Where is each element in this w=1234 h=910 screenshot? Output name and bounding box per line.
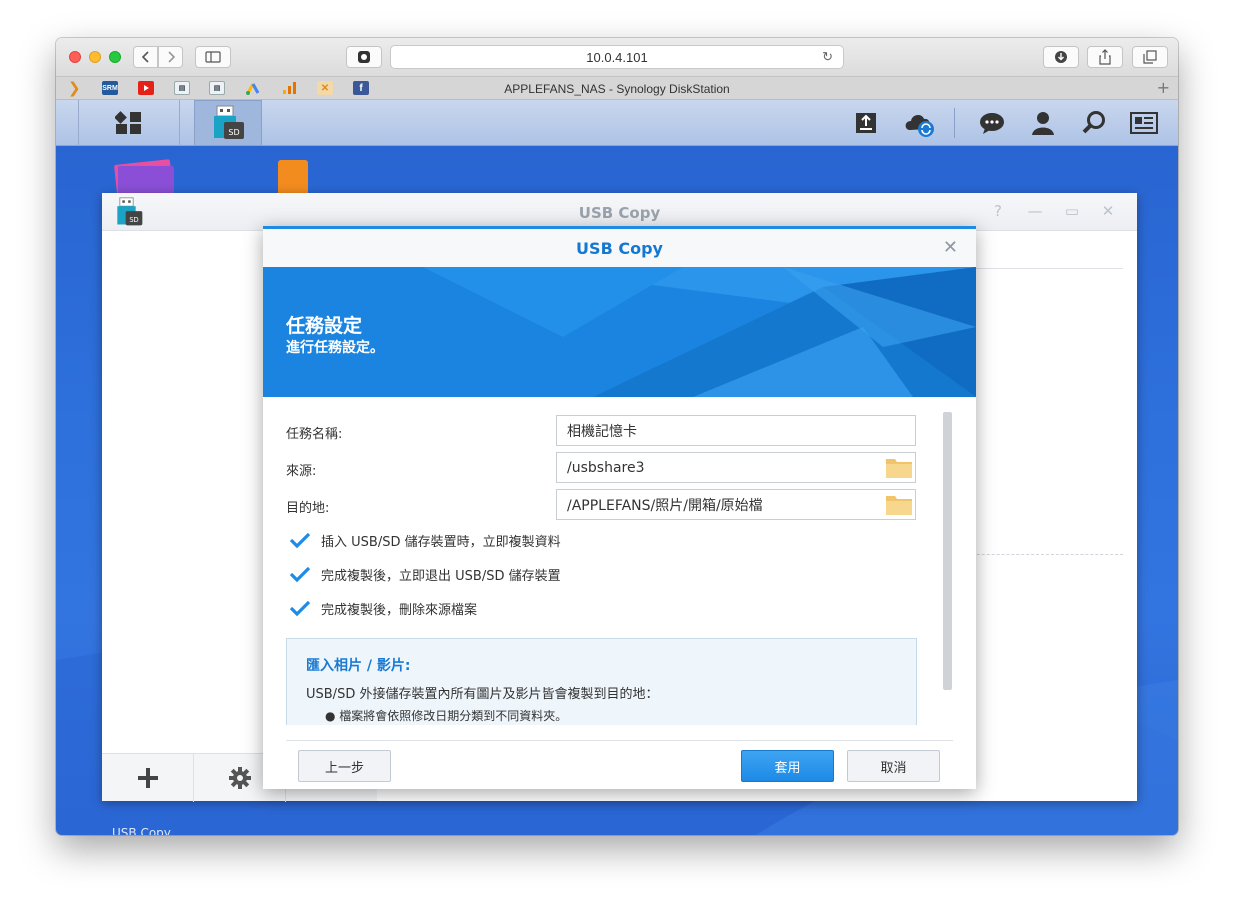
usb-sd-icon: SD <box>214 105 244 139</box>
cloud-sync-icon[interactable] <box>902 109 938 137</box>
checkmark-icon[interactable] <box>289 530 311 550</box>
app-content-divider <box>962 268 1123 269</box>
task-settings-dialog: USB Copy ✕ 任務設定 進行任務設定。 任務名稱: 相機記憶卡 來源: … <box>263 226 976 789</box>
sidebar-icon <box>205 51 221 63</box>
download-icon <box>1055 51 1067 63</box>
desktop-icon-photo-partial[interactable] <box>112 156 176 196</box>
checkbox-delete-source[interactable]: 完成複製後，刪除來源檔案 <box>289 598 477 618</box>
checkbox-eject-after-copy[interactable]: 完成複製後，立即退出 USB/SD 儲存裝置 <box>289 564 561 584</box>
help-icon[interactable]: ? <box>990 202 1006 220</box>
widgets-icon[interactable] <box>1129 109 1159 137</box>
app-window-title: USB Copy <box>578 204 661 222</box>
address-text: 10.0.4.101 <box>586 49 648 65</box>
app-content-dashed-line <box>962 554 1123 555</box>
banner-subtitle: 進行任務設定。 <box>286 340 384 356</box>
banner-title: 任務設定 <box>286 315 363 337</box>
destination-input[interactable]: /APPLEFANS/照片/開箱/原始檔 <box>556 489 916 520</box>
form-scrollbar[interactable] <box>943 412 952 690</box>
dialog-close-icon[interactable]: ✕ <box>943 237 958 258</box>
upload-queue-icon[interactable] <box>852 109 880 137</box>
dialog-banner: 任務設定 進行任務設定。 <box>263 267 976 397</box>
minimize-window-button[interactable] <box>89 51 101 63</box>
new-tab-button[interactable]: + <box>1157 78 1170 97</box>
destination-value: /APPLEFANS/照片/開箱/原始檔 <box>567 497 763 514</box>
address-bar[interactable]: 10.0.4.101 ↻ <box>390 45 844 69</box>
sidebar-toggle-button[interactable] <box>195 46 231 68</box>
main-menu-button[interactable] <box>78 100 180 146</box>
back-button[interactable] <box>133 46 158 68</box>
search-icon[interactable] <box>1080 109 1108 137</box>
banner-polygon-decoration <box>423 267 976 397</box>
privacy-icon <box>358 51 370 63</box>
chat-icon[interactable] <box>978 109 1006 137</box>
folder-icon[interactable] <box>885 456 913 480</box>
import-info-box: 匯入相片 / 影片: USB/SD 外接儲存裝置內所有圖片及影片皆會複製到目的地… <box>286 638 917 725</box>
dialog-footer-divider <box>286 740 953 741</box>
zoom-window-button[interactable] <box>109 51 121 63</box>
source-label: 來源: <box>286 464 317 479</box>
task-name-value: 相機記憶卡 <box>567 423 637 440</box>
dsm-taskbar: SD <box>56 100 1178 146</box>
dialog-title: USB Copy <box>576 239 663 258</box>
chevron-left-icon <box>141 51 149 63</box>
tabs-overview-button[interactable] <box>1132 46 1168 68</box>
browser-titlebar: 10.0.4.101 ↻ <box>56 38 1178 76</box>
taskbar-divider <box>954 108 955 138</box>
form-area: 任務名稱: 相機記憶卡 來源: /usbshare3 目的地: /APPLEFA… <box>263 397 976 725</box>
maximize-icon[interactable]: ▭ <box>1064 202 1080 220</box>
task-name-label: 任務名稱: <box>286 427 343 442</box>
info-text: USB/SD 外接儲存裝置內所有圖片及影片皆會複製到目的地： <box>306 687 659 702</box>
reload-icon[interactable]: ↻ <box>822 49 833 65</box>
grid-icon <box>115 111 141 134</box>
checkmark-icon[interactable] <box>289 564 311 584</box>
source-input[interactable]: /usbshare3 <box>556 452 916 483</box>
info-title: 匯入相片 / 影片: <box>306 658 411 674</box>
user-icon[interactable] <box>1029 109 1057 137</box>
tabs-icon <box>1143 50 1157 64</box>
checkbox-auto-copy[interactable]: 插入 USB/SD 儲存裝置時，立即複製資料 <box>289 530 561 550</box>
add-task-button[interactable] <box>102 754 194 802</box>
folder-icon[interactable] <box>885 493 913 517</box>
share-button[interactable] <box>1087 46 1123 68</box>
plus-icon <box>137 768 158 788</box>
chevron-right-icon <box>167 51 175 63</box>
svg-text:SD: SD <box>228 128 239 137</box>
forward-button[interactable] <box>158 46 183 68</box>
apply-button[interactable]: 套用 <box>741 750 834 782</box>
gear-icon <box>228 767 251 789</box>
favorites-bar: ❯ SRM ▤ ▤ ✕ f APPLEFANS_NAS - Synology D… <box>56 76 1178 100</box>
minimize-icon[interactable]: — <box>1027 202 1043 220</box>
privacy-button[interactable] <box>346 46 382 68</box>
task-name-input[interactable]: 相機記憶卡 <box>556 415 916 446</box>
desktop-icon-folder-partial[interactable] <box>276 158 310 196</box>
destination-label: 目的地: <box>286 501 330 516</box>
checkbox-delete-label: 完成複製後，刪除來源檔案 <box>321 602 478 618</box>
info-bullet-text: 檔案將會依照修改日期分類到不同資料夾。 <box>339 709 568 723</box>
checkbox-auto-copy-label: 插入 USB/SD 儲存裝置時，立即複製資料 <box>321 534 561 550</box>
share-icon <box>1099 49 1111 65</box>
source-value: /usbshare3 <box>567 459 645 476</box>
close-icon[interactable]: ✕ <box>1100 202 1116 220</box>
cancel-button[interactable]: 取消 <box>847 750 940 782</box>
dialog-header: USB Copy ✕ <box>263 229 976 267</box>
checkmark-icon[interactable] <box>289 598 311 618</box>
info-bullet: ● 檔案將會依照修改日期分類到不同資料夾。 <box>325 709 568 723</box>
desktop-icon-label-partial: USB Copy <box>112 826 171 835</box>
checkbox-eject-label: 完成複製後，立即退出 USB/SD 儲存裝置 <box>321 568 561 584</box>
close-window-button[interactable] <box>69 51 81 63</box>
taskbar-usb-copy[interactable]: SD <box>194 100 262 146</box>
downloads-button[interactable] <box>1043 46 1079 68</box>
tab-title[interactable]: APPLEFANS_NAS - Synology DiskStation <box>56 82 1178 96</box>
back-step-button[interactable]: 上一步 <box>298 750 391 782</box>
